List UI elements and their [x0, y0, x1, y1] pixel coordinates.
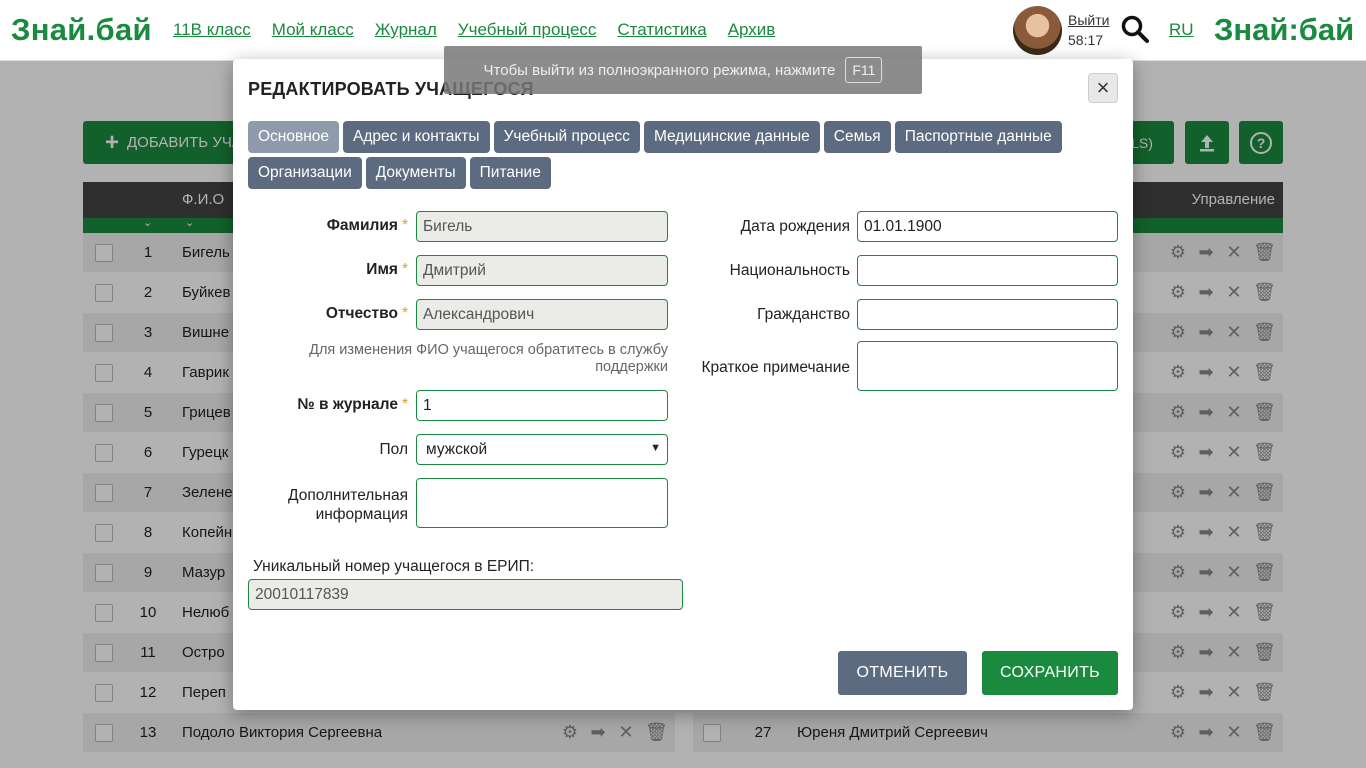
fullscreen-toast-text: Чтобы выйти из полноэкранного режима, на…	[483, 61, 836, 79]
citizenship-field[interactable]	[857, 299, 1118, 330]
gender-value: мужской	[426, 441, 488, 458]
gender-select[interactable]: мужской ▼	[416, 434, 668, 465]
language-switch[interactable]: RU	[1169, 20, 1194, 40]
close-icon[interactable]: ×	[1088, 73, 1118, 103]
nav-class-11v[interactable]: 11В класс	[173, 20, 251, 40]
nav-learning-process[interactable]: Учебный процесс	[458, 20, 597, 40]
tab-documents[interactable]: Документы	[365, 157, 466, 189]
surname-field[interactable]	[416, 211, 668, 242]
edit-student-dialog: РЕДАКТИРОВАТЬ УЧАЩЕГОСЯ × Основное Адрес…	[233, 59, 1133, 710]
erip-number-field[interactable]	[248, 579, 683, 610]
nationality-field[interactable]	[857, 255, 1118, 286]
nav-my-class[interactable]: Мой класс	[272, 20, 354, 40]
cancel-button[interactable]: ОТМЕНИТЬ	[838, 651, 967, 695]
nav-archive[interactable]: Архив	[728, 20, 776, 40]
tab-organizations[interactable]: Организации	[248, 157, 362, 189]
logout-link[interactable]: Выйти	[1068, 12, 1109, 28]
journal-number-label: № в журнале *	[297, 396, 408, 413]
patronymic-field[interactable]	[416, 299, 668, 330]
patronymic-label: Отчество *	[325, 305, 408, 322]
fio-change-hint: Для изменения ФИО учащегося обратитесь в…	[309, 342, 668, 375]
extra-info-label: Дополнительная информация	[288, 487, 408, 523]
site-logo[interactable]: Знай.бай	[11, 12, 152, 48]
tab-main[interactable]: Основное	[248, 121, 340, 153]
erip-label: Уникальный номер учащегося в ЕРИП:	[253, 558, 535, 575]
required-mark: *	[401, 261, 408, 278]
short-note-field[interactable]	[857, 341, 1118, 391]
tab-passport[interactable]: Паспортные данные	[894, 121, 1062, 153]
f11-key: F11	[845, 57, 883, 83]
name-field[interactable]	[416, 255, 668, 286]
birth-date-label: Дата рождения	[740, 218, 850, 235]
user-avatar[interactable]	[1013, 6, 1062, 55]
nav-journal[interactable]: Журнал	[375, 20, 437, 40]
tab-address-contacts[interactable]: Адрес и контакты	[343, 121, 490, 153]
fullscreen-toast: Чтобы выйти из полноэкранного режима, на…	[444, 46, 922, 94]
tab-medical[interactable]: Медицинские данные	[643, 121, 820, 153]
required-mark: *	[401, 217, 408, 234]
nationality-label: Национальность	[729, 262, 850, 279]
dialog-tabs: Основное Адрес и контакты Учебный процес…	[248, 121, 1118, 189]
required-mark: *	[401, 396, 408, 413]
search-icon[interactable]	[1120, 14, 1150, 44]
main-nav: 11В класс Мой класс Журнал Учебный проце…	[173, 20, 796, 40]
citizenship-label: Гражданство	[757, 306, 850, 323]
birth-date-field[interactable]	[857, 211, 1118, 242]
tab-learning-process[interactable]: Учебный процесс	[493, 121, 640, 153]
surname-label: Фамилия *	[326, 217, 408, 234]
name-label: Имя *	[366, 261, 408, 278]
tab-family[interactable]: Семья	[823, 121, 891, 153]
session-timer: 58:17	[1068, 32, 1104, 48]
dropdown-arrow-icon: ▼	[650, 442, 661, 454]
short-note-label: Краткое примечание	[701, 359, 851, 376]
extra-info-field[interactable]	[416, 478, 668, 528]
save-button[interactable]: СОХРАНИТЬ	[982, 651, 1118, 695]
tab-nutrition[interactable]: Питание	[469, 157, 551, 189]
journal-number-field[interactable]	[416, 390, 668, 421]
required-mark: *	[401, 305, 408, 322]
brand-logo-right[interactable]: Знай:бай	[1214, 12, 1354, 48]
nav-statistics[interactable]: Статистика	[617, 20, 706, 40]
gender-label: Пол	[379, 441, 408, 458]
